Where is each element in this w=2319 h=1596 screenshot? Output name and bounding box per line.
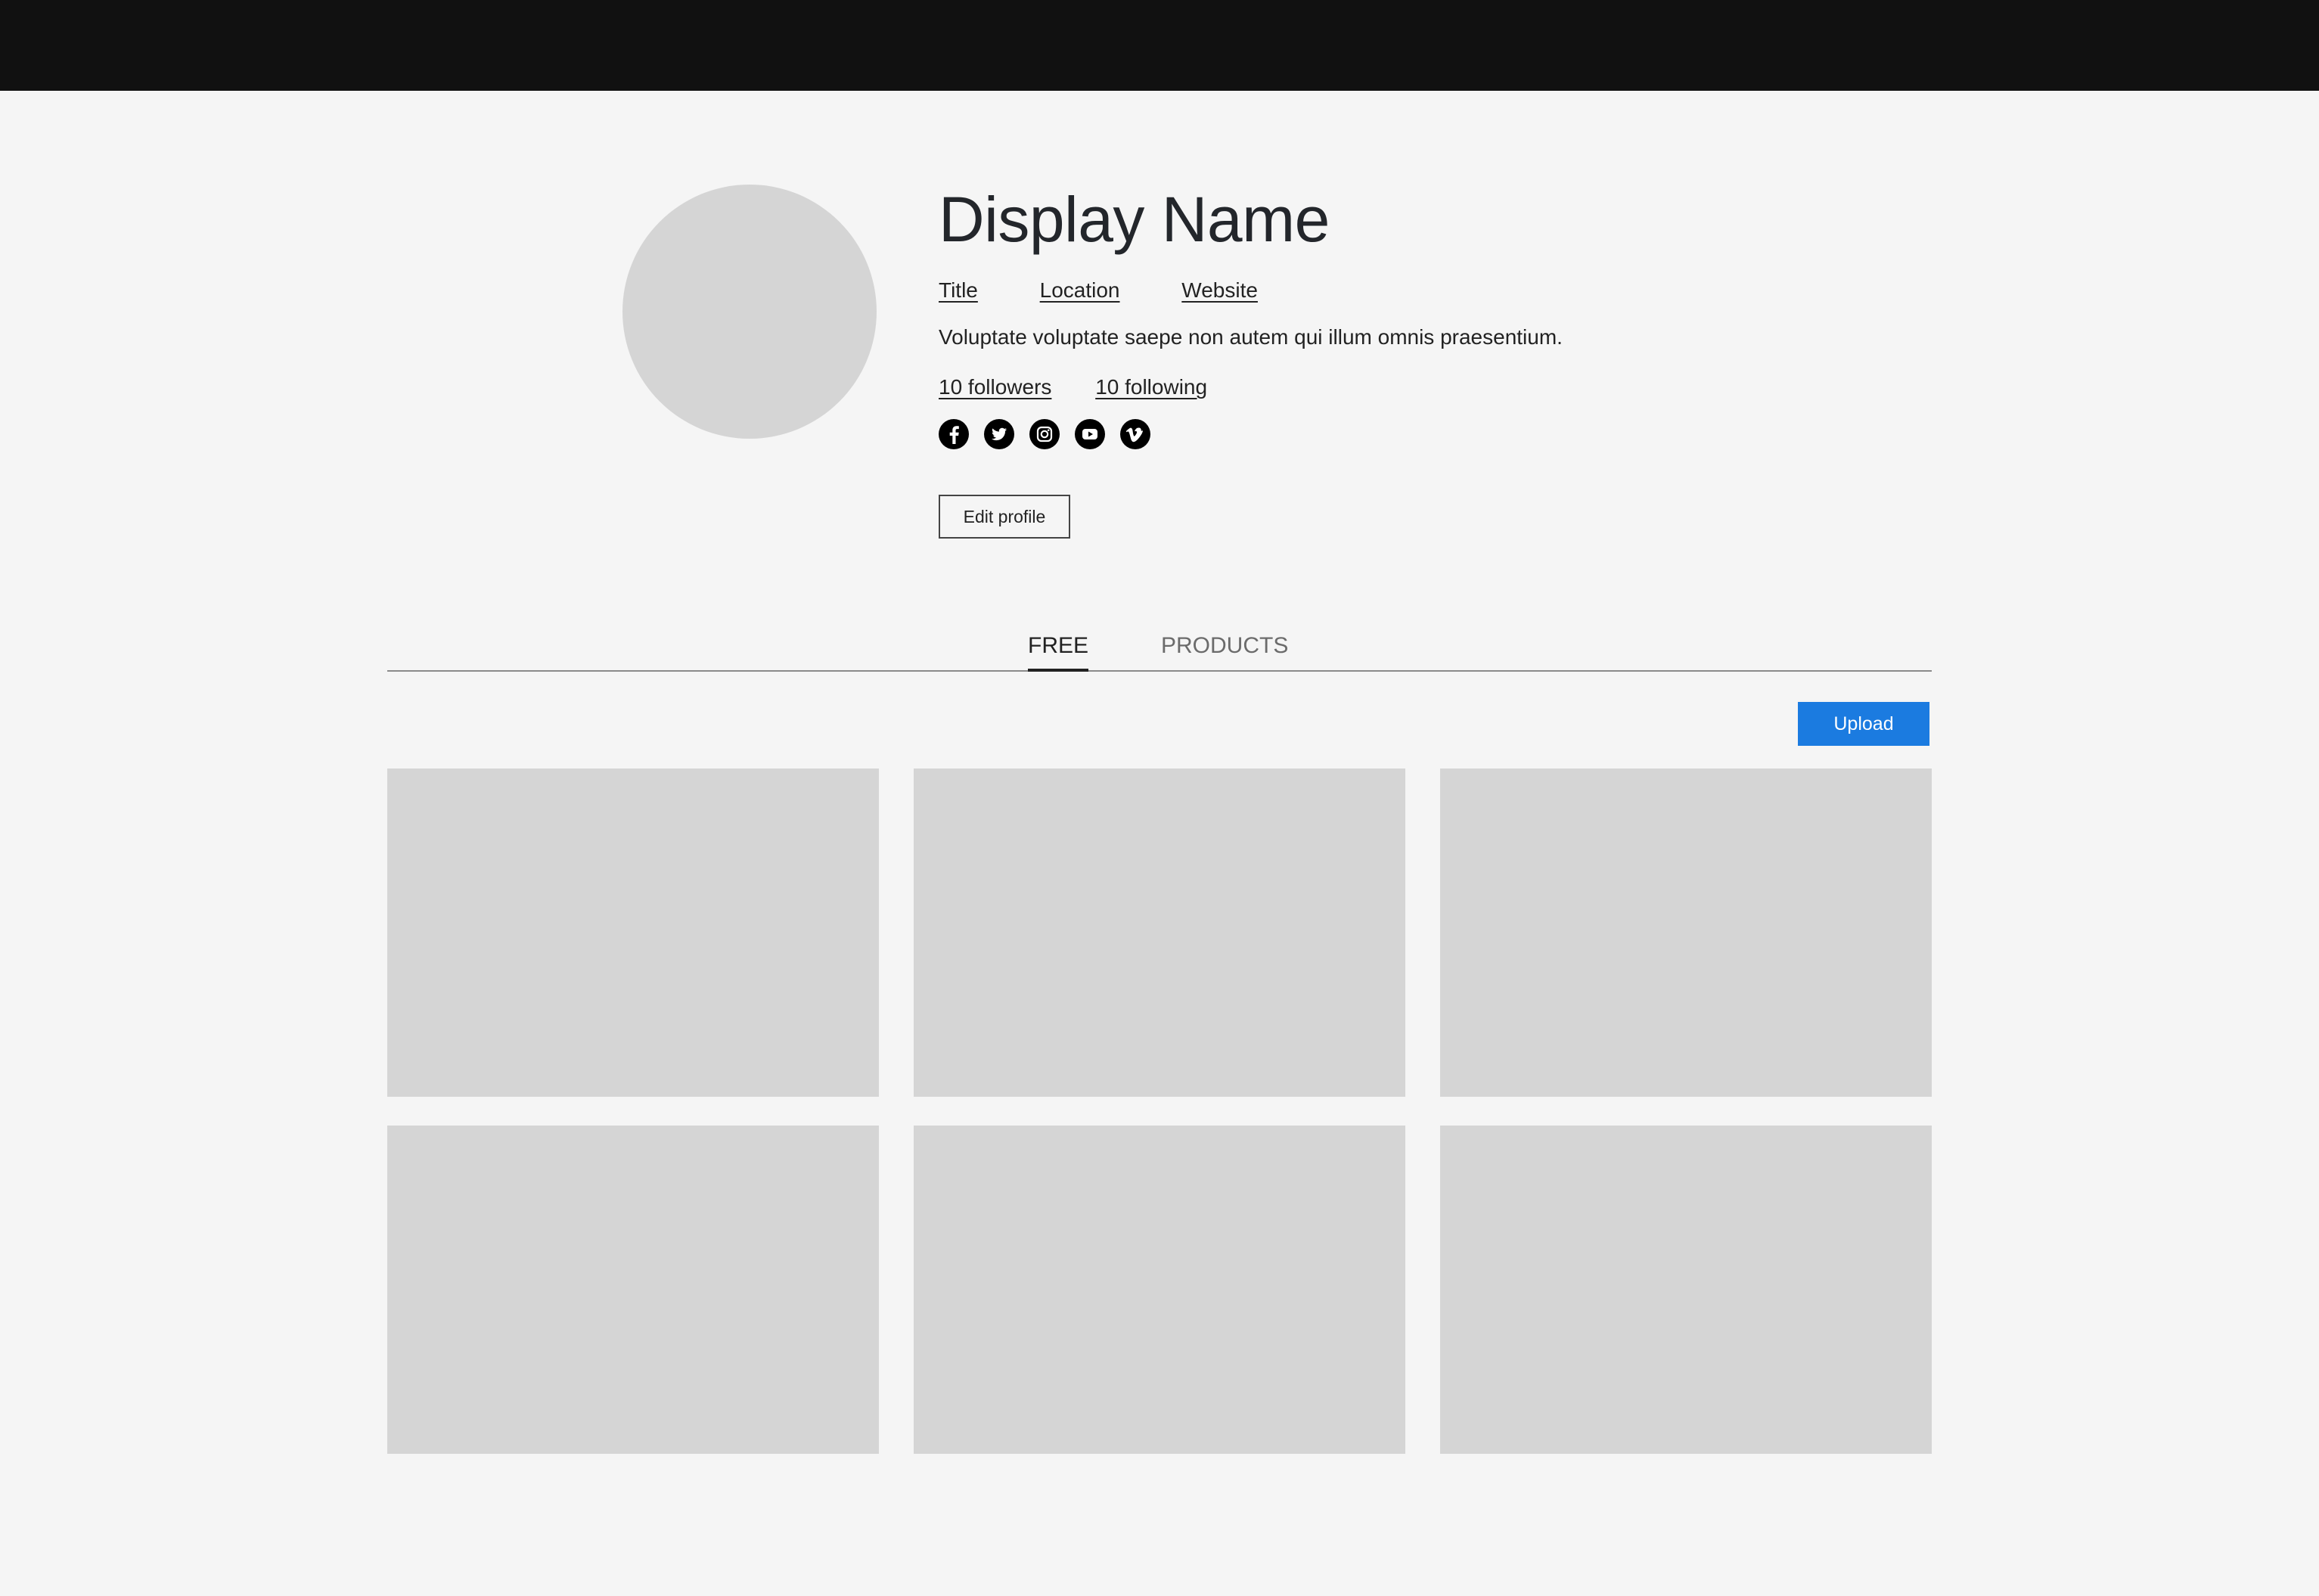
facebook-icon[interactable] (939, 419, 969, 449)
social-links (939, 419, 1846, 451)
profile-meta-links: Title Location Website (939, 275, 1846, 306)
avatar (622, 185, 877, 439)
content-card[interactable] (914, 1126, 1405, 1454)
profile-bio: Voluptate voluptate saepe non autem qui … (939, 325, 1563, 349)
content-card[interactable] (1440, 769, 1932, 1097)
followers-link[interactable]: 10 followers (939, 372, 1051, 402)
youtube-icon[interactable] (1075, 419, 1105, 449)
content-card[interactable] (914, 769, 1405, 1097)
display-name: Display Name (939, 184, 1330, 255)
content-tabs: FREE PRODUCTS (387, 625, 1932, 672)
content-grid (387, 769, 1932, 1454)
upload-button[interactable]: Upload (1798, 702, 1929, 746)
title-link[interactable]: Title (939, 275, 978, 306)
profile-info: Display Name Title Location Website Volu… (939, 182, 1846, 539)
tab-products[interactable]: PRODUCTS (1161, 631, 1288, 669)
top-navigation-bar (0, 0, 2319, 91)
website-link[interactable]: Website (1181, 275, 1258, 306)
instagram-icon[interactable] (1029, 419, 1060, 449)
content-card[interactable] (1440, 1126, 1932, 1454)
content-card[interactable] (387, 769, 879, 1097)
follow-stats: 10 followers 10 following (939, 372, 1846, 402)
content-card[interactable] (387, 1126, 879, 1454)
following-link[interactable]: 10 following (1095, 372, 1207, 402)
vimeo-icon[interactable] (1120, 419, 1150, 449)
tab-free[interactable]: FREE (1028, 631, 1089, 672)
twitter-icon[interactable] (984, 419, 1014, 449)
edit-profile-button[interactable]: Edit profile (939, 495, 1070, 539)
location-link[interactable]: Location (1040, 275, 1120, 306)
